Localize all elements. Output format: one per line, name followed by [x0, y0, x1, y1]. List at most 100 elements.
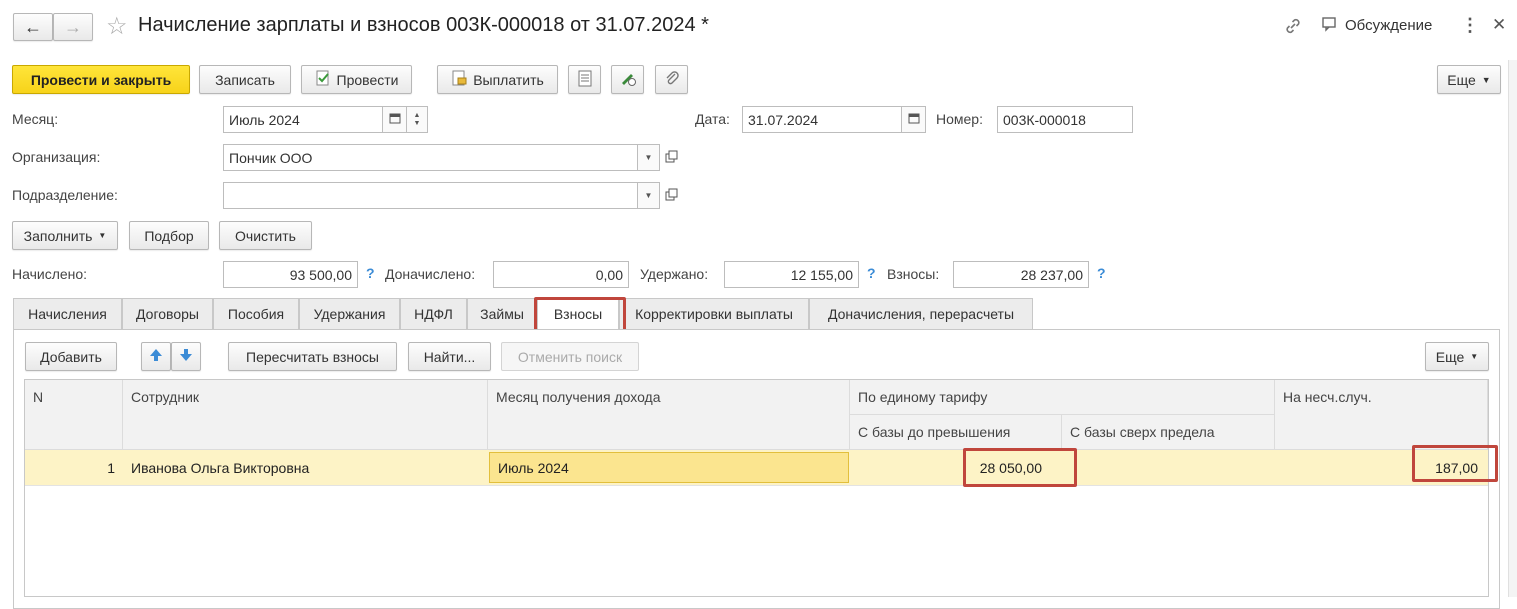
- annotation-base-below-highlight: [963, 448, 1077, 487]
- tab-contracts[interactable]: Договоры: [122, 298, 213, 329]
- more-menu-icon[interactable]: ⋮: [1461, 15, 1479, 36]
- month-stepper[interactable]: ▲ ▼: [407, 106, 428, 133]
- withheld-help-icon[interactable]: ?: [867, 265, 876, 281]
- pay-doc-icon: [451, 70, 467, 89]
- table-more-button[interactable]: Еще ▼: [1425, 342, 1489, 371]
- fill-button[interactable]: Заполнить ▼: [12, 221, 118, 250]
- row-income-month-cell[interactable]: Июль 2024: [489, 452, 849, 483]
- column-header-n[interactable]: N: [25, 380, 123, 450]
- save-label: Записать: [215, 71, 275, 88]
- tab-label: Начисления: [28, 306, 107, 322]
- chevron-down-icon: ▼: [644, 191, 653, 200]
- column-header-accident[interactable]: На несч.случ.: [1275, 380, 1488, 450]
- open-form-icon: [664, 188, 678, 205]
- post-label: Провести: [336, 71, 399, 88]
- header-label: Месяц получения дохода: [496, 389, 661, 405]
- accrued-help-icon[interactable]: ?: [366, 265, 375, 281]
- withheld-field: 12 155,00: [724, 261, 859, 288]
- discuss-button[interactable]: Обсуждение: [1321, 16, 1432, 35]
- chat-icon: [1321, 16, 1339, 35]
- organization-field[interactable]: Пончик ООО: [223, 144, 638, 171]
- month-field[interactable]: Июль 2024: [223, 106, 383, 133]
- stepper-down-icon: ▼: [413, 119, 421, 127]
- find-button[interactable]: Найти...: [408, 342, 491, 371]
- column-header-base-below[interactable]: С базы до превышения: [850, 415, 1062, 450]
- stepper-up-icon: ▲: [413, 111, 421, 119]
- contributions-help-icon[interactable]: ?: [1097, 265, 1106, 281]
- recalc-contributions-button[interactable]: Пересчитать взносы: [228, 342, 397, 371]
- pick-button[interactable]: Подбор: [129, 221, 209, 250]
- organization-open-button[interactable]: [664, 150, 678, 167]
- move-up-button[interactable]: [141, 342, 171, 371]
- pay-label: Выплатить: [473, 71, 544, 88]
- clear-button[interactable]: Очистить: [219, 221, 312, 250]
- tab-benefits[interactable]: Пособия: [213, 298, 299, 329]
- move-down-button[interactable]: [171, 342, 201, 371]
- post-button[interactable]: Провести: [301, 65, 412, 94]
- pen-icon: [619, 69, 637, 90]
- header-label: N: [33, 389, 44, 405]
- page-title: Начисление зарплаты и взносов 003К-00001…: [138, 14, 709, 36]
- number-value: 003К-000018: [1003, 111, 1086, 128]
- fill-label: Заполнить: [23, 227, 93, 244]
- date-field[interactable]: 31.07.2024: [742, 106, 902, 133]
- favorite-star-icon[interactable]: ☆: [106, 12, 128, 41]
- department-dropdown-button[interactable]: ▼: [638, 182, 660, 209]
- add-label: Добавить: [40, 348, 102, 365]
- month-value: Июль 2024: [229, 111, 300, 128]
- date-label: Дата:: [695, 111, 730, 127]
- arrow-left-icon: ←: [24, 16, 42, 37]
- header-label: С базы до превышения: [858, 424, 1011, 440]
- row-income-month-value: Июль 2024: [498, 459, 569, 476]
- department-label: Подразделение:: [12, 187, 118, 203]
- header-label: На несч.случ.: [1283, 389, 1372, 405]
- tab-deductions[interactable]: Удержания: [299, 298, 400, 329]
- more-label: Еще: [1447, 71, 1476, 88]
- back-button[interactable]: ←: [13, 13, 53, 41]
- column-header-single-rate[interactable]: По единому тарифу: [850, 380, 1275, 415]
- accrued-field: 93 500,00: [223, 261, 358, 288]
- withheld-label: Удержано:: [640, 266, 709, 282]
- more-button[interactable]: Еще ▼: [1437, 65, 1501, 94]
- tab-loans[interactable]: Займы: [467, 298, 537, 329]
- organization-dropdown-button[interactable]: ▼: [638, 144, 660, 171]
- accrued-label: Начислено:: [12, 266, 88, 282]
- sign-button[interactable]: [611, 65, 644, 94]
- month-calendar-button[interactable]: [383, 106, 407, 133]
- department-open-button[interactable]: [664, 188, 678, 205]
- report-button[interactable]: [568, 65, 601, 94]
- close-icon[interactable]: ✕: [1492, 15, 1506, 35]
- number-label: Номер:: [936, 111, 983, 127]
- cancel-search-button[interactable]: Отменить поиск: [501, 342, 639, 371]
- withheld-value: 12 155,00: [790, 266, 853, 283]
- contributions-field: 28 237,00: [953, 261, 1089, 288]
- forward-button[interactable]: →: [53, 13, 93, 41]
- number-field[interactable]: 003К-000018: [997, 106, 1133, 133]
- tab-payment-corrections[interactable]: Корректировки выплаты: [619, 298, 809, 329]
- month-label: Месяц:: [12, 111, 59, 127]
- tab-label: НДФЛ: [414, 306, 453, 322]
- post-and-close-button[interactable]: Провести и закрыть: [12, 65, 190, 94]
- save-button[interactable]: Записать: [199, 65, 291, 94]
- row-employee-cell[interactable]: Иванова Ольга Викторовна: [123, 450, 488, 485]
- add-button[interactable]: Добавить: [25, 342, 117, 371]
- link-icon[interactable]: [1283, 16, 1303, 39]
- column-header-base-above[interactable]: С базы сверх предела: [1062, 415, 1275, 450]
- pay-button[interactable]: Выплатить: [437, 65, 558, 94]
- post-and-close-label: Провести и закрыть: [30, 71, 172, 88]
- department-field[interactable]: [223, 182, 638, 209]
- chevron-down-icon: ▼: [98, 231, 107, 240]
- tab-ndfl[interactable]: НДФЛ: [400, 298, 467, 329]
- attach-button[interactable]: [655, 65, 688, 94]
- document-list-icon: [578, 70, 592, 90]
- column-header-employee[interactable]: Сотрудник: [123, 380, 488, 450]
- date-value: 31.07.2024: [748, 111, 819, 128]
- column-header-income-month[interactable]: Месяц получения дохода: [488, 380, 850, 450]
- tab-recalculations[interactable]: Доначисления, перерасчеты: [809, 298, 1033, 329]
- tab-accruals[interactable]: Начисления: [13, 298, 122, 329]
- row-base-above-cell[interactable]: [1062, 450, 1275, 485]
- date-calendar-button[interactable]: [902, 106, 926, 133]
- tab-label: Договоры: [136, 306, 199, 322]
- clear-label: Очистить: [235, 227, 296, 244]
- vertical-scrollbar[interactable]: [1508, 60, 1517, 597]
